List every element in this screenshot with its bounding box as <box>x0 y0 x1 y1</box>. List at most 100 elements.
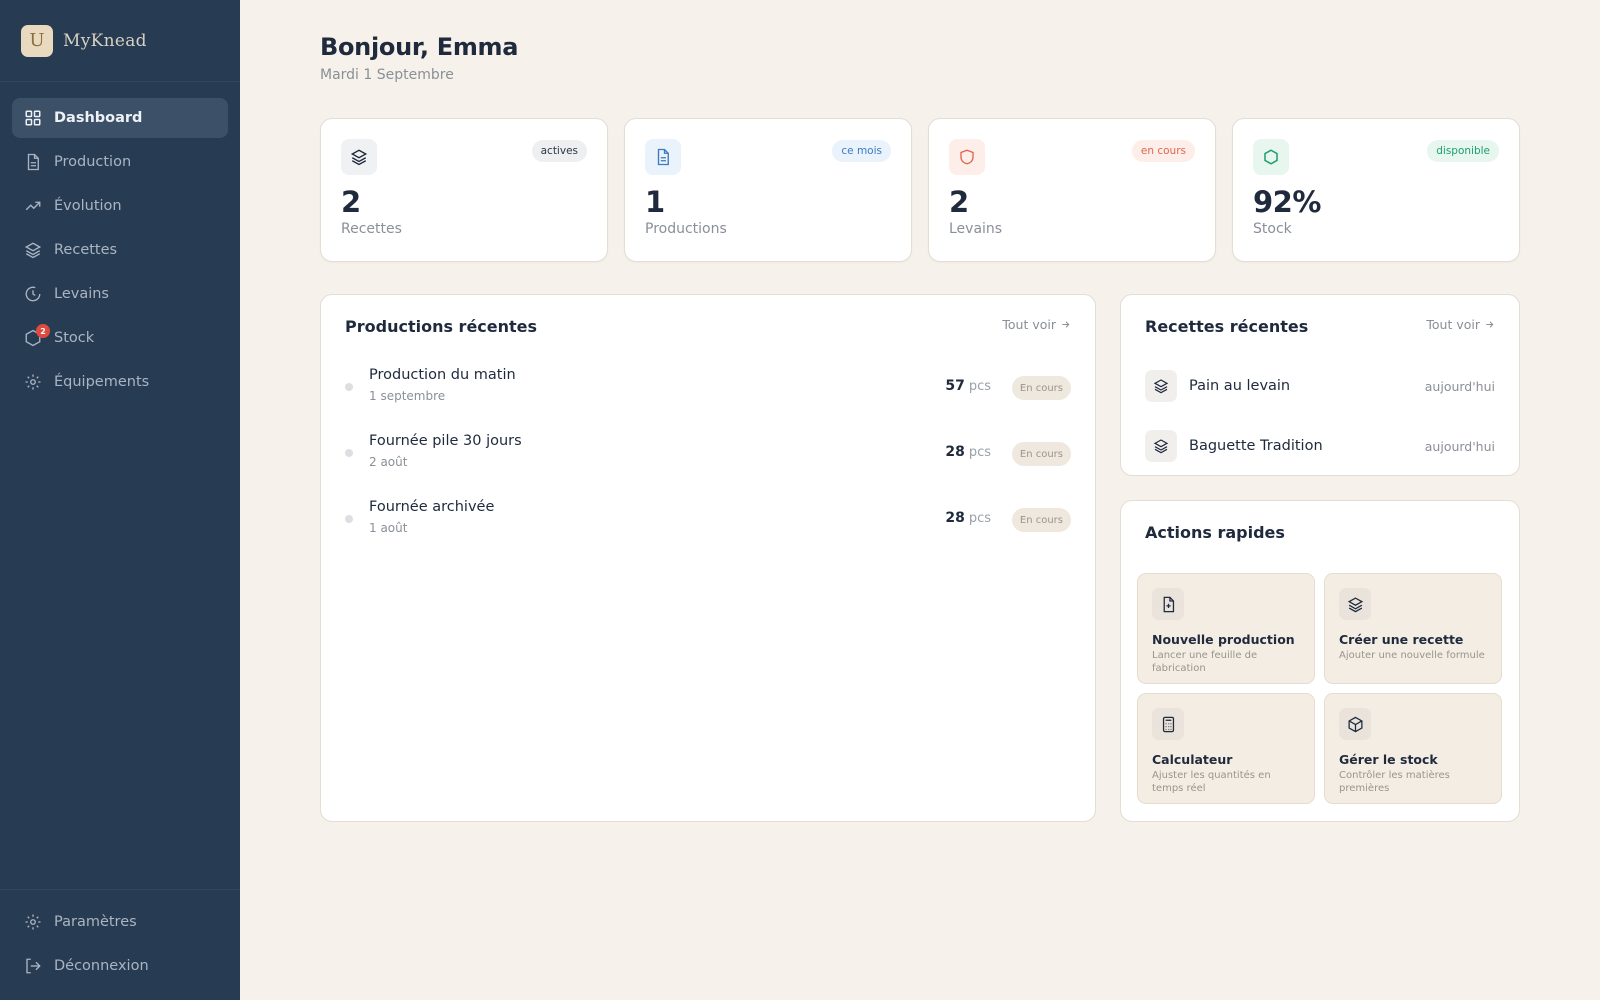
sidebar-item-label: Déconnexion <box>54 958 149 974</box>
arrow-right-icon <box>1486 321 1494 328</box>
recipe-name: Pain au levain <box>1189 378 1291 394</box>
arrow-right-icon <box>1062 321 1070 328</box>
document-icon <box>645 139 681 175</box>
action-description: Ajuster les quantités en temps réel <box>1152 770 1271 794</box>
sidebar-item-stock[interactable]: 2 Stock <box>12 318 228 358</box>
document-icon <box>27 153 39 171</box>
logout-icon <box>26 958 41 974</box>
cog-icon <box>25 374 41 390</box>
see-all-label: Tout voir <box>1426 317 1480 332</box>
production-quantity: 28 pcs <box>945 444 991 460</box>
clock-icon <box>25 286 41 302</box>
sidebar-item-recettes[interactable]: Recettes <box>12 230 228 270</box>
stat-value: 2 <box>341 185 361 219</box>
main-nav: Dashboard Production Évolution Recettes … <box>0 82 240 402</box>
calculator-button[interactable]: Calculateur Ajuster les quantités en tem… <box>1137 693 1315 804</box>
layers-icon <box>1145 430 1177 462</box>
create-recipe-button[interactable]: Créer une recette Ajouter une nouvelle f… <box>1324 573 1502 684</box>
stock-alert-badge: 2 <box>36 324 50 338</box>
production-quantity: 57 pcs <box>945 378 991 394</box>
logo-icon: U <box>21 24 53 57</box>
brand[interactable]: U MyKnead <box>0 0 240 82</box>
layers-icon <box>1145 370 1177 402</box>
see-all-recipes-link[interactable]: Tout voir <box>1426 317 1495 332</box>
status-badge: en cours <box>1131 140 1195 162</box>
status-dot <box>345 383 353 391</box>
brand-name: MyKnead <box>63 30 147 51</box>
page-title: Bonjour, Emma <box>320 33 519 61</box>
recipe-name: Baguette Tradition <box>1189 438 1323 454</box>
status-badge: En cours <box>1011 508 1071 532</box>
sidebar-item-label: Levains <box>54 286 109 302</box>
stat-card-productions[interactable]: ce mois 1 Productions <box>624 118 912 262</box>
recent-recipes-panel: Recettes récentes Tout voir Pain au leva… <box>1120 294 1520 476</box>
sidebar-item-label: Stock <box>54 330 95 346</box>
table-row[interactable]: Fournée pile 30 jours 2 août 28 pcs En co… <box>345 427 1071 481</box>
sidebar-item-dashboard[interactable]: Dashboard <box>12 98 228 138</box>
list-item[interactable]: Pain au levain aujourd'hui <box>1145 369 1495 403</box>
sidebar-item-label: Recettes <box>54 242 118 258</box>
list-item[interactable]: Baguette Tradition aujourd'hui <box>1145 429 1495 463</box>
layers-icon <box>341 139 377 175</box>
stat-label: Levains <box>949 221 1003 237</box>
production-name: Fournée pile 30 jours <box>369 433 522 449</box>
table-row[interactable]: Production du matin 1 septembre 57 pcs En… <box>345 361 1071 415</box>
stat-card-recettes[interactable]: actives 2 Recettes <box>320 118 608 262</box>
stat-label: Productions <box>645 221 727 237</box>
action-description: Lancer une feuille de fabrication <box>1152 650 1258 674</box>
quick-actions-panel: Actions rapides Nouvelle production Lanc… <box>1120 500 1520 822</box>
new-production-button[interactable]: Nouvelle production Lancer une feuille d… <box>1137 573 1315 684</box>
status-badge: actives <box>531 140 587 162</box>
sidebar-item-label: Équipements <box>54 374 150 390</box>
action-description: Contrôler les matières premières <box>1339 770 1450 794</box>
status-badge: En cours <box>1011 376 1071 400</box>
production-date: 1 septembre <box>369 389 446 403</box>
stat-value: 2 <box>949 185 969 219</box>
stats-row: actives 2 Recettes ce mois 1 Productions… <box>320 118 1520 262</box>
recipe-date: aujourd'hui <box>1424 378 1495 394</box>
production-name: Fournée archivée <box>369 499 495 515</box>
stat-card-levains[interactable]: en cours 2 Levains <box>928 118 1216 262</box>
sidebar-item-levains[interactable]: Levains <box>12 274 228 314</box>
manage-stock-button[interactable]: Gérer le stock Contrôler les matières pr… <box>1324 693 1502 804</box>
sidebar-item-evolution[interactable]: Évolution <box>12 186 228 226</box>
sidebar-item-label: Production <box>54 154 132 170</box>
production-date: 2 août <box>369 455 408 469</box>
panel-title: Actions rapides <box>1145 523 1285 542</box>
stat-card-stock[interactable]: disponible 92% Stock <box>1232 118 1520 262</box>
page-header: Bonjour, Emma Mardi 1 Septembre <box>320 33 518 83</box>
status-dot <box>345 515 353 523</box>
stat-label: Recettes <box>341 221 402 237</box>
status-badge: ce mois <box>832 140 891 162</box>
current-date: Mardi 1 Septembre <box>320 67 454 83</box>
status-badge: disponible <box>1427 140 1499 162</box>
action-title: Créer une recette <box>1339 632 1464 647</box>
production-name: Production du matin <box>369 367 516 383</box>
see-all-productions-link[interactable]: Tout voir <box>1002 317 1071 332</box>
stat-value: 1 <box>645 185 665 219</box>
sidebar-item-production[interactable]: Production <box>12 142 228 182</box>
sidebar-item-deconnexion[interactable]: Déconnexion <box>12 946 228 986</box>
action-title: Nouvelle production <box>1152 632 1295 647</box>
calculator-icon <box>1152 708 1184 740</box>
hexagon-icon <box>1253 139 1289 175</box>
sidebar-item-equipements[interactable]: Équipements <box>12 362 228 402</box>
stat-label: Stock <box>1253 221 1292 237</box>
sidebar: U MyKnead Dashboard Production Évolution… <box>0 0 240 1000</box>
layers-icon <box>1339 588 1371 620</box>
package-icon <box>1339 708 1371 740</box>
file-plus-icon <box>1152 588 1184 620</box>
layers-icon <box>24 242 42 259</box>
action-description: Ajouter une nouvelle formule <box>1339 650 1485 661</box>
recipe-date: aujourd'hui <box>1424 438 1495 454</box>
sidebar-item-label: Dashboard <box>54 110 143 126</box>
status-dot <box>345 449 353 457</box>
action-title: Gérer le stock <box>1339 752 1438 767</box>
sidebar-item-label: Paramètres <box>54 914 137 930</box>
sidebar-item-label: Évolution <box>54 198 122 214</box>
sidebar-item-parametres[interactable]: Paramètres <box>12 902 228 942</box>
recent-productions-panel: Productions récentes Tout voir Productio… <box>320 294 1096 822</box>
stat-value: 92% <box>1253 185 1321 219</box>
table-row[interactable]: Fournée archivée 1 août 28 pcs En cours <box>345 493 1071 547</box>
grid-icon <box>25 110 41 126</box>
